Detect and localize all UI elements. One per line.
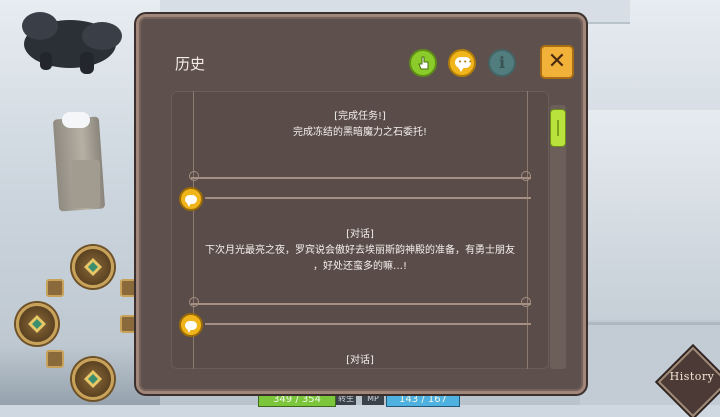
- skill-slot-small[interactable]: [46, 350, 64, 368]
- creature-sprite: [22, 12, 122, 74]
- history-dialog: 历史 ••• i ✕ [完成任务!] 完成冻结的黑暗魔力之石委托! [对话] 下…: [136, 14, 586, 394]
- entry-label: [完成任务!]: [334, 111, 386, 122]
- scrollbar-thumb[interactable]: [550, 109, 566, 147]
- ice-block-right: [577, 110, 720, 320]
- chat-entry-marker: [179, 313, 203, 337]
- entry-separator: [205, 323, 531, 325]
- chat-bubble-icon: •••: [455, 57, 472, 72]
- entry-separator: [191, 177, 531, 179]
- chat-entry-marker: [179, 187, 203, 211]
- skill-down-button[interactable]: [72, 358, 114, 400]
- skill-left-button[interactable]: [16, 303, 58, 345]
- entry-text: ，好处还蛮多的嘛…!: [312, 261, 407, 272]
- separator-ornament: [521, 297, 531, 307]
- mp-value: 143 / 167: [399, 394, 447, 405]
- entry-text: 完成冻结的黑暗魔力之石委托!: [292, 127, 427, 138]
- skill-up-button[interactable]: [72, 246, 114, 288]
- separator-ornament: [521, 171, 531, 181]
- skill-slot-small[interactable]: [46, 279, 64, 297]
- filter-chat-button[interactable]: •••: [448, 49, 476, 77]
- close-icon: ✕: [547, 49, 567, 74]
- pillar-snow: [62, 112, 90, 128]
- entry-label: [对话]: [346, 229, 374, 240]
- close-button[interactable]: ✕: [540, 45, 574, 79]
- entry-label: [对话]: [346, 355, 374, 366]
- dialog-title: 历史: [175, 55, 206, 73]
- filter-all-button[interactable]: [409, 49, 437, 77]
- hp-value: 349 / 354: [273, 394, 321, 405]
- separator-ornament: [189, 171, 199, 181]
- hand-pointer-icon: [418, 56, 429, 70]
- history-button-label[interactable]: History: [664, 370, 720, 383]
- info-button[interactable]: i: [488, 49, 516, 77]
- stone-pillar-small: [72, 160, 100, 208]
- entry-separator: [205, 197, 531, 199]
- info-icon: i: [498, 53, 506, 72]
- history-list[interactable]: [完成任务!] 完成冻结的黑暗魔力之石委托! [对话] 下次月光最亮之夜，罗宾说…: [171, 91, 549, 369]
- separator-ornament: [189, 297, 199, 307]
- entry-separator: [191, 303, 531, 305]
- entry-text: 下次月光最亮之夜，罗宾说会傲好去埃丽斯韵神殿的准备，有勇士朋友: [205, 245, 515, 256]
